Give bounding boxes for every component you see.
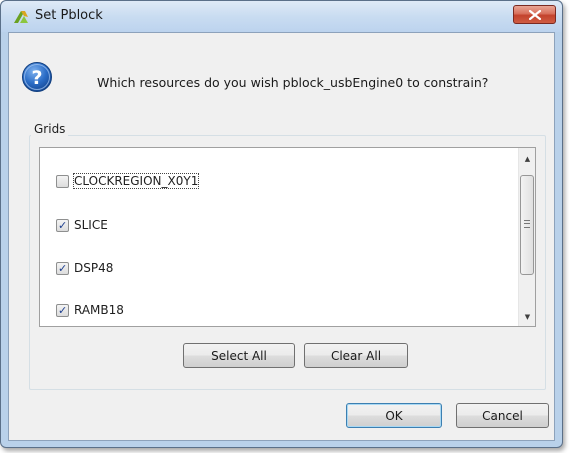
vivado-logo-icon [14, 11, 28, 23]
list-item-ramb18[interactable]: ✓ RAMB18 [56, 301, 124, 319]
checkmark-icon: ✓ [58, 218, 68, 232]
clear-all-button[interactable]: Clear All [304, 343, 408, 368]
grip-icon [524, 220, 530, 228]
checkmark-icon: ✓ [58, 261, 68, 275]
window-title: Set Pblock [35, 8, 103, 23]
list-item-label: SLICE [74, 218, 108, 232]
svg-text:?: ? [31, 67, 42, 89]
list-item-clockregion[interactable]: CLOCKREGION_X0Y1 [56, 172, 200, 190]
question-icon: ? [22, 62, 52, 92]
checkmark-icon: ✓ [58, 303, 68, 317]
vertical-scrollbar[interactable]: ▲ ▼ [518, 148, 535, 326]
close-icon [529, 10, 541, 20]
ramb18-checkbox[interactable]: ✓ [56, 303, 69, 317]
resource-list[interactable]: CLOCKREGION_X0Y1 ✓ SLICE ✓ DSP48 ✓ RAMB1… [39, 147, 536, 327]
select-all-button[interactable]: Select All [183, 343, 295, 368]
slice-checkbox[interactable]: ✓ [56, 218, 69, 232]
close-button[interactable] [513, 5, 556, 24]
dsp48-checkbox[interactable]: ✓ [56, 261, 69, 275]
ok-button[interactable]: OK [346, 403, 442, 428]
cancel-button[interactable]: Cancel [456, 403, 549, 428]
scroll-up-arrow-icon[interactable]: ▲ [519, 150, 536, 167]
scroll-down-arrow-icon[interactable]: ▼ [519, 308, 536, 325]
list-item-slice[interactable]: ✓ SLICE [56, 216, 108, 234]
list-item-label: DSP48 [74, 261, 114, 275]
clockregion-checkbox[interactable] [56, 174, 69, 188]
list-item-label: RAMB18 [74, 303, 124, 317]
list-item-label: CLOCKREGION_X0Y1 [72, 173, 200, 189]
title-bar[interactable]: Set Pblock [1, 1, 562, 32]
grids-group-label: Grids [31, 122, 69, 136]
scrollbar-thumb[interactable] [520, 175, 534, 275]
list-item-dsp48[interactable]: ✓ DSP48 [56, 259, 113, 277]
question-text: Which resources do you wish pblock_usbEn… [97, 75, 489, 90]
